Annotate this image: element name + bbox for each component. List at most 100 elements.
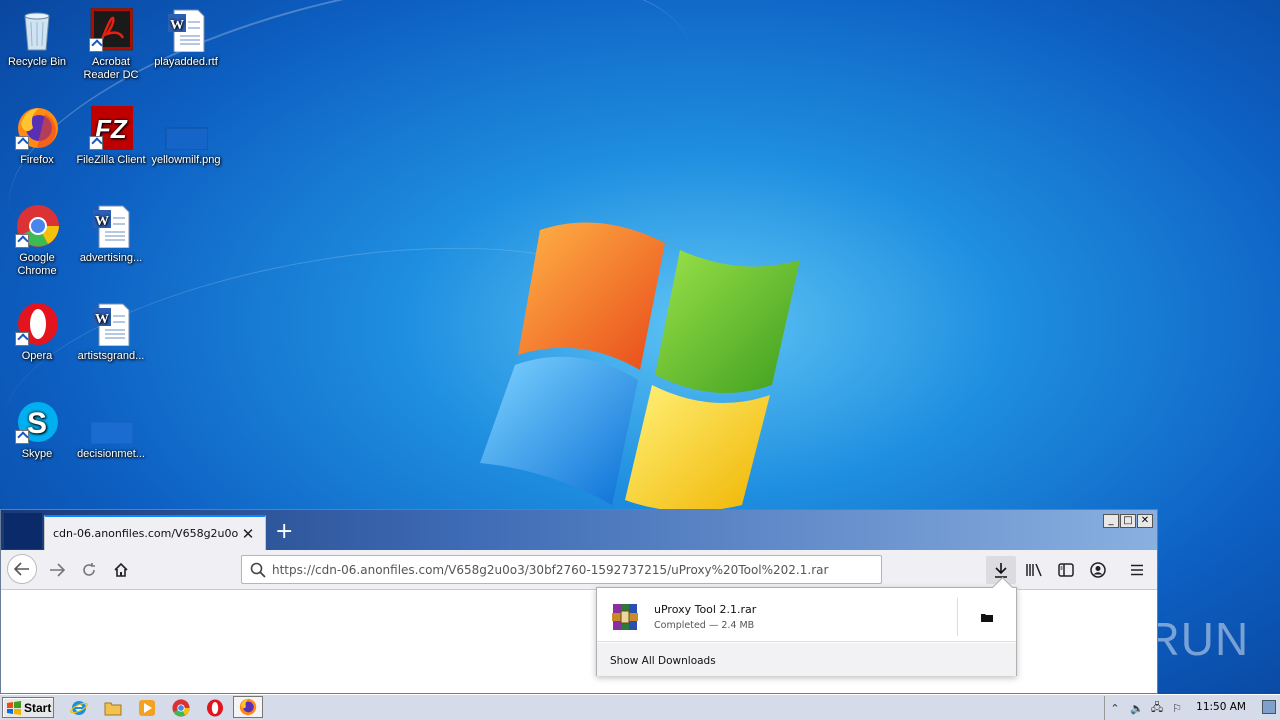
skype-icon: S — [15, 400, 59, 444]
chrome-icon — [172, 699, 190, 717]
home-button[interactable] — [105, 556, 137, 584]
firefox-icon — [239, 698, 257, 716]
image-file-icon — [89, 400, 134, 445]
window-menu-icon[interactable] — [4, 513, 42, 549]
account-button[interactable] — [1083, 556, 1113, 584]
svg-text:W: W — [95, 214, 109, 229]
volume-icon[interactable]: 🔈 — [1127, 702, 1147, 715]
show-all-downloads-link[interactable]: Show All Downloads — [597, 643, 1016, 676]
window-controls: _ □ ✕ — [1103, 514, 1153, 528]
taskbar-media-player[interactable] — [136, 698, 158, 718]
library-icon — [1026, 563, 1042, 577]
tab-active[interactable]: cdn-06.anonfiles.com/V658g2u0o3/30bf2760… — [44, 515, 266, 550]
word-document-icon: W — [89, 302, 133, 347]
desktop-icon-label: Acrobat Reader DC — [83, 56, 139, 81]
svg-text:W: W — [95, 312, 109, 327]
windows-logo — [480, 222, 800, 512]
opera-icon — [15, 302, 59, 346]
media-player-icon — [139, 700, 155, 716]
system-tray: ⌃ 🔈 🖧 ⚐ — [1104, 696, 1280, 720]
back-button[interactable] — [7, 554, 37, 584]
desktop-icon-decisionmet[interactable]: decisionmet... — [74, 400, 148, 461]
filezilla-icon: FZ — [89, 106, 135, 150]
recycle-bin-icon — [15, 8, 59, 52]
desktop-icon-label: Skype — [21, 448, 53, 460]
reload-button[interactable] — [73, 556, 105, 584]
winrar-archive-icon — [612, 604, 638, 630]
navigation-toolbar: https://cdn-06.anonfiles.com/V658g2u0o3/… — [1, 550, 1157, 590]
download-icon — [995, 563, 1007, 578]
sidebar-button[interactable] — [1051, 556, 1081, 584]
forward-button[interactable] — [41, 556, 73, 584]
desktop-icon-label: advertising... — [79, 252, 143, 264]
desktop-icon-recycle-bin[interactable]: Recycle Bin — [0, 8, 74, 69]
address-bar-url: https://cdn-06.anonfiles.com/V658g2u0o3/… — [272, 562, 829, 577]
divider — [957, 598, 958, 636]
desktop-icon-artistsgrand[interactable]: W artistsgrand... — [74, 302, 148, 363]
tab-close-icon[interactable]: ✕ — [239, 525, 257, 543]
shortcut-arrow-icon — [15, 430, 29, 444]
desktop-icon-label: Google Chrome — [17, 252, 57, 277]
word-document-icon: W — [89, 204, 133, 249]
desktop-icon-skype[interactable]: S Skype — [0, 400, 74, 461]
shortcut-arrow-icon — [89, 136, 103, 150]
internet-explorer-icon — [70, 701, 88, 715]
download-file-name: uProxy Tool 2.1.rar — [654, 603, 757, 616]
desktop-icon-label: yellowmilf.png — [151, 154, 221, 166]
forward-arrow-icon — [50, 563, 65, 577]
taskbar-firefox[interactable] — [233, 696, 263, 718]
svg-text:W: W — [170, 18, 184, 33]
back-arrow-icon — [14, 562, 29, 576]
shortcut-arrow-icon — [15, 136, 29, 150]
close-button[interactable]: ✕ — [1137, 514, 1153, 528]
desktop-icon-filezilla[interactable]: FZ FileZilla Client — [74, 106, 148, 167]
taskbar-explorer[interactable] — [102, 698, 124, 718]
shortcut-arrow-icon — [89, 38, 103, 52]
start-button[interactable]: Start — [2, 697, 54, 718]
chrome-icon — [15, 204, 59, 248]
taskbar: Start ⌃ 🔈 🖧 ⚐ 11:50 AM — [0, 694, 1280, 720]
taskbar-opera[interactable] — [204, 698, 226, 718]
desktop-icon-firefox[interactable]: Firefox — [0, 106, 74, 167]
desktop-icon-yellowmilf[interactable]: yellowmilf.png — [149, 106, 223, 167]
desktop-icon-label: playadded.rtf — [154, 56, 218, 68]
desktop-icon-label: FileZilla Client — [76, 154, 146, 166]
desktop-icon-label: artistsgrand... — [77, 350, 145, 362]
desktop-icon-label: Firefox — [20, 154, 54, 166]
desktop-icon-chrome[interactable]: Google Chrome — [0, 204, 74, 278]
download-item[interactable]: uProxy Tool 2.1.rar Completed — 2.4 MB — [597, 588, 1016, 642]
clock[interactable]: 11:50 AM — [1196, 701, 1246, 713]
desktop-icon-opera[interactable]: Opera — [0, 302, 74, 363]
show-desktop-button[interactable] — [1262, 700, 1276, 714]
word-document-icon: W — [164, 8, 208, 53]
desktop-icon-playadded[interactable]: W playadded.rtf — [149, 8, 223, 69]
shortcut-arrow-icon — [15, 234, 29, 248]
minimize-button[interactable]: _ — [1103, 514, 1119, 528]
library-button[interactable] — [1019, 556, 1049, 584]
download-status: Completed — 2.4 MB — [654, 620, 755, 631]
menu-button[interactable] — [1122, 556, 1152, 584]
home-icon — [114, 562, 128, 577]
action-center-flag-icon[interactable]: ⚐ — [1167, 702, 1187, 715]
windows-flag-icon — [7, 700, 21, 715]
titlebar: cdn-06.anonfiles.com/V658g2u0o3/30bf2760… — [1, 510, 1157, 550]
taskbar-chrome[interactable] — [170, 698, 192, 718]
maximize-button[interactable]: □ — [1120, 514, 1136, 528]
acrobat-icon — [89, 7, 134, 52]
desktop-icon-label: Opera — [21, 350, 53, 362]
address-bar[interactable]: https://cdn-06.anonfiles.com/V658g2u0o3/… — [241, 555, 882, 584]
desktop-icon-advertising[interactable]: W advertising... — [74, 204, 148, 265]
svg-text:S: S — [27, 407, 47, 440]
search-icon — [250, 562, 266, 578]
desktop-icon-acrobat[interactable]: Acrobat Reader DC — [74, 7, 148, 82]
taskbar-ie[interactable] — [68, 698, 90, 718]
opera-icon — [207, 699, 223, 717]
new-tab-button[interactable]: + — [275, 521, 293, 543]
folder-icon — [981, 613, 993, 622]
open-folder-button[interactable] — [973, 606, 1001, 628]
show-hidden-icons-icon[interactable]: ⌃ — [1105, 702, 1125, 715]
hamburger-menu-icon — [1131, 564, 1143, 576]
reload-icon — [83, 563, 95, 576]
network-icon[interactable]: 🖧 — [1147, 699, 1167, 718]
folder-icon — [104, 702, 122, 716]
